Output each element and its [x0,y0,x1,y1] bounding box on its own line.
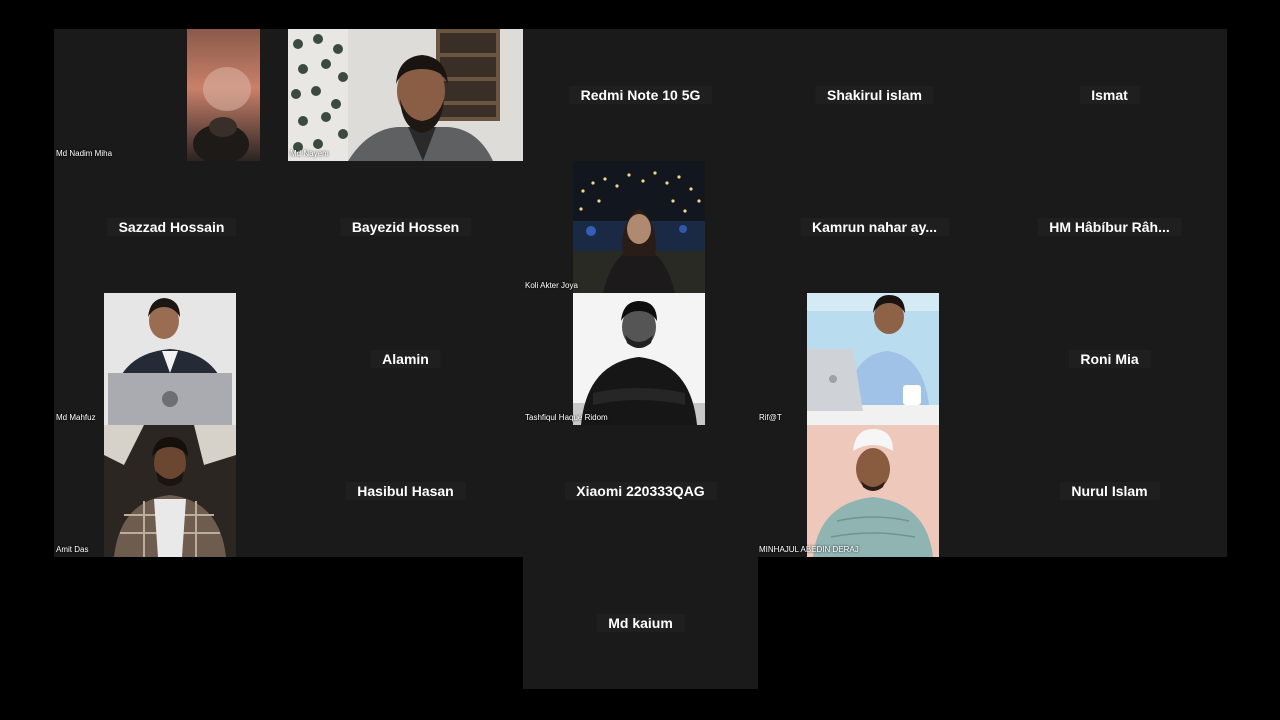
participant-name: HM Hâbíbur Râh... [1037,218,1182,236]
participant-tile-md-kaium[interactable]: Md kaium [523,557,758,689]
participant-tile-md-mahfuz[interactable]: Md Mahfuz [54,293,289,425]
video-feed-blurry-face [187,29,260,161]
participant-name: Md Nayem [290,149,329,158]
participant-tile-md-nayem[interactable]: Md Nayem [288,29,523,161]
participant-name: Hasibul Hasan [345,482,466,500]
video-feed-man-laptop [104,293,236,425]
participant-name: Md kaium [596,614,685,632]
participant-name: Sazzad Hossain [106,218,237,236]
video-gallery: Md Nadim Miha Md Nayem Redmi Note 10 5G … [0,0,1280,720]
participant-tile-hm-habibur[interactable]: HM Hâbíbur Râh... [992,161,1227,293]
participant-tile-hasibul-hasan[interactable]: Hasibul Hasan [288,425,523,557]
participant-tile-alamin[interactable]: Alamin [288,293,523,425]
participant-tile-kamrun-nahar[interactable]: Kamrun nahar ay... [757,161,992,293]
video-feed-man-macbook [807,293,939,425]
participant-name: Bayezid Hossen [339,218,472,236]
video-feed-man-cap [807,425,939,557]
participant-name: Redmi Note 10 5G [568,86,713,104]
participant-name: Alamin [370,350,441,368]
participant-name: Nurul Islam [1059,482,1160,500]
participant-tile-roni-mia[interactable]: Roni Mia [992,293,1227,425]
video-feed-woman-night-lights [573,161,705,293]
participant-name: Md Nadim Miha [56,149,113,158]
participant-name: Xiaomi 220333QAG [564,482,717,500]
video-feed-man-bw [573,293,705,425]
participant-tile-bayezid-hossen[interactable]: Bayezid Hossen [288,161,523,293]
participant-tile-xiaomi-220333qag[interactable]: Xiaomi 220333QAG [523,425,758,557]
participant-video [104,293,236,425]
participant-name: Md Mahfuz [56,413,96,422]
participant-video [807,293,939,425]
participant-tile-minhajul-abedin-deraj[interactable]: MINHAJUL ABEDIN DERAJ [757,425,992,557]
participant-tile-tashfiqul-haque-ridom[interactable]: Tashfiqul Haque Ridom [523,293,758,425]
participant-tile-rifat[interactable]: Rif@T [757,293,992,425]
participant-tile-ismat[interactable]: Ismat [992,29,1227,161]
participant-tile-koli-akter-joya[interactable]: Koli Akter Joya [523,161,758,293]
participant-name: Ismat [1079,86,1140,104]
participant-tile-sazzad-hossain[interactable]: Sazzad Hossain [54,161,289,293]
participant-name: MINHAJUL ABEDIN DERAJ [759,545,859,554]
participant-video [187,29,260,161]
participant-name: Tashfiqul Haque Ridom [525,413,608,422]
participant-tile-md-nadim-miha[interactable]: Md Nadim Miha [54,29,289,161]
participant-tile-nurul-islam[interactable]: Nurul Islam [992,425,1227,557]
participant-video [573,293,705,425]
participant-name: Koli Akter Joya [525,281,578,290]
participant-video [807,425,939,557]
participant-name: Roni Mia [1068,350,1151,368]
participant-name: Kamrun nahar ay... [799,218,950,236]
participant-name: Shakirul islam [815,86,934,104]
participant-tile-amit-das[interactable]: Amit Das [54,425,289,557]
participant-video [104,425,236,557]
participant-tile-redmi-note-10-5g[interactable]: Redmi Note 10 5G [523,29,758,161]
participant-name: Rif@T [759,413,782,422]
video-feed-man-office [288,29,523,161]
participant-tile-shakirul-islam[interactable]: Shakirul islam [757,29,992,161]
participant-video [573,161,705,293]
video-feed-man-plaid-shirt [104,425,236,557]
participant-name: Amit Das [56,545,89,554]
